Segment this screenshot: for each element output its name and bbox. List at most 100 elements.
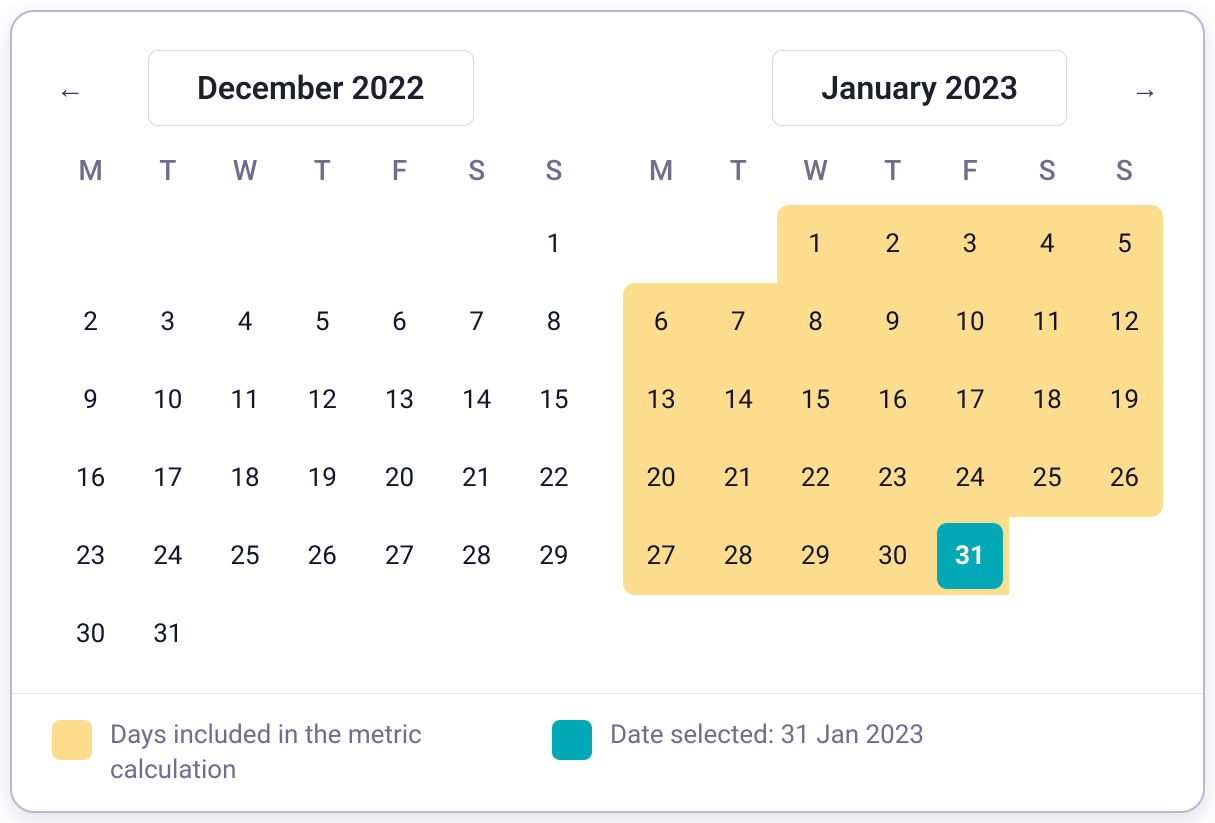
day[interactable]: 16: [52, 439, 129, 517]
day-included[interactable]: 28: [700, 517, 777, 595]
day[interactable]: 6: [361, 283, 438, 361]
day-number: 4: [1040, 229, 1055, 259]
day[interactable]: 9: [52, 361, 129, 439]
weekday-label: S: [438, 148, 515, 193]
day-included[interactable]: 12: [1086, 283, 1163, 361]
day[interactable]: 8: [515, 283, 592, 361]
day[interactable]: 21: [438, 439, 515, 517]
day[interactable]: 24: [129, 517, 206, 595]
prev-month-button[interactable]: ←: [52, 70, 88, 106]
day-included[interactable]: 29: [777, 517, 854, 595]
day-number: 13: [646, 385, 675, 415]
day-number: 12: [308, 385, 337, 415]
day[interactable]: 1: [515, 205, 592, 283]
day-included[interactable]: 7: [700, 283, 777, 361]
day-included[interactable]: 18: [1009, 361, 1086, 439]
month-title-right[interactable]: January 2023: [772, 50, 1067, 126]
day[interactable]: 22: [515, 439, 592, 517]
day[interactable]: 18: [206, 439, 283, 517]
day-included[interactable]: 2: [854, 205, 931, 283]
day-number: 18: [230, 463, 259, 493]
day[interactable]: 14: [438, 361, 515, 439]
day[interactable]: 26: [284, 517, 361, 595]
day[interactable]: 15: [515, 361, 592, 439]
day-included[interactable]: 9: [854, 283, 931, 361]
day[interactable]: 20: [361, 439, 438, 517]
day-number: 28: [462, 541, 491, 571]
day[interactable]: 11: [206, 361, 283, 439]
day[interactable]: 29: [515, 517, 592, 595]
day-included[interactable]: 8: [777, 283, 854, 361]
day-number: 18: [1033, 385, 1062, 415]
day[interactable]: 13: [361, 361, 438, 439]
day[interactable]: 7: [438, 283, 515, 361]
day[interactable]: 31: [129, 595, 206, 673]
day-number: 20: [646, 463, 675, 493]
day-number: 8: [547, 307, 562, 337]
day-included[interactable]: 19: [1086, 361, 1163, 439]
day-included[interactable]: 26: [1086, 439, 1163, 517]
day[interactable]: 12: [284, 361, 361, 439]
day-number: 19: [1110, 385, 1139, 415]
weekday-label: T: [129, 148, 206, 193]
day-included[interactable]: 24: [931, 439, 1008, 517]
next-month-button[interactable]: →: [1127, 70, 1163, 106]
weekday-label: W: [777, 148, 854, 193]
weekday-label: M: [52, 148, 129, 193]
day-included[interactable]: 20: [623, 439, 700, 517]
days-grid-right: 1234567891011121314151617181920212223242…: [623, 205, 1164, 595]
day-included[interactable]: 4: [1009, 205, 1086, 283]
day-number: 8: [808, 307, 823, 337]
day-included[interactable]: 16: [854, 361, 931, 439]
weekday-row-right: MTWTFSS: [623, 148, 1164, 193]
day-number: 24: [955, 463, 984, 493]
day-number: 2: [83, 307, 98, 337]
day-empty: [284, 205, 361, 283]
day-number: 10: [955, 307, 984, 337]
weekday-label: S: [1086, 148, 1163, 193]
day-included[interactable]: 3: [931, 205, 1008, 283]
day-included[interactable]: 22: [777, 439, 854, 517]
day-included[interactable]: 17: [931, 361, 1008, 439]
day-included[interactable]: 27: [623, 517, 700, 595]
day-included[interactable]: 13: [623, 361, 700, 439]
weekday-label: F: [361, 148, 438, 193]
day-number: 25: [230, 541, 259, 571]
day-number: 29: [539, 541, 568, 571]
day[interactable]: 5: [284, 283, 361, 361]
day-empty: [52, 205, 129, 283]
month-right: January 2023 → MTWTFSS 12345678910111213…: [623, 52, 1164, 673]
day[interactable]: 3: [129, 283, 206, 361]
date-range-calendar: ← December 2022 MTWTFSS 1234567891011121…: [10, 10, 1205, 813]
month-title-left[interactable]: December 2022: [148, 50, 474, 126]
day[interactable]: 25: [206, 517, 283, 595]
day-included[interactable]: 14: [700, 361, 777, 439]
weekday-label: T: [700, 148, 777, 193]
day-number: 14: [724, 385, 753, 415]
day-included[interactable]: 5: [1086, 205, 1163, 283]
day-number: 16: [878, 385, 907, 415]
day-included[interactable]: 25: [1009, 439, 1086, 517]
day-number: 15: [801, 385, 830, 415]
day[interactable]: 19: [284, 439, 361, 517]
day-included[interactable]: 15: [777, 361, 854, 439]
day-included[interactable]: 23: [854, 439, 931, 517]
day[interactable]: 2: [52, 283, 129, 361]
day-number: 28: [724, 541, 753, 571]
day[interactable]: 10: [129, 361, 206, 439]
day-included[interactable]: 30: [854, 517, 931, 595]
day[interactable]: 17: [129, 439, 206, 517]
day[interactable]: 23: [52, 517, 129, 595]
day-included[interactable]: 1: [777, 205, 854, 283]
day[interactable]: 30: [52, 595, 129, 673]
day[interactable]: 28: [438, 517, 515, 595]
day[interactable]: 27: [361, 517, 438, 595]
day-selected[interactable]: 31: [931, 517, 1008, 595]
day-included[interactable]: 6: [623, 283, 700, 361]
day-number: 30: [76, 619, 105, 649]
day-included[interactable]: 21: [700, 439, 777, 517]
day[interactable]: 4: [206, 283, 283, 361]
weekday-label: W: [206, 148, 283, 193]
day-included[interactable]: 10: [931, 283, 1008, 361]
day-included[interactable]: 11: [1009, 283, 1086, 361]
